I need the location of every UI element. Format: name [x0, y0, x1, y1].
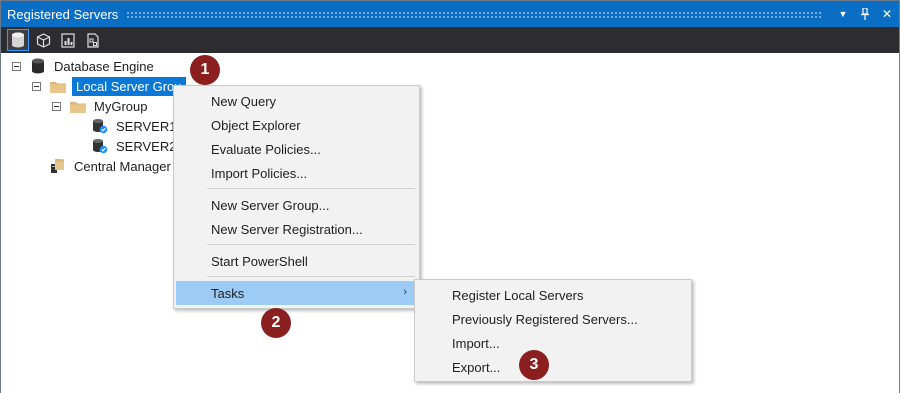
callout-badge-1: 1 — [190, 55, 220, 85]
title-bar-grip[interactable] — [126, 10, 823, 18]
menu-item-object-explorer[interactable]: Object Explorer — [176, 113, 417, 137]
menu-item-import-policies[interactable]: Import Policies... — [176, 161, 417, 185]
menu-item-previously-registered-servers[interactable]: Previously Registered Servers... — [417, 307, 689, 331]
context-menu: New Query Object Explorer Evaluate Polic… — [173, 85, 420, 309]
menu-item-label: Evaluate Policies... — [211, 141, 321, 157]
analysis-services-tool-button[interactable] — [32, 29, 54, 51]
menu-item-label: New Server Group... — [211, 197, 330, 213]
tree-node-label: SERVER1 — [116, 118, 177, 134]
integration-services-icon — [87, 32, 99, 48]
window-title: Registered Servers — [7, 6, 119, 22]
menu-item-label: Object Explorer — [211, 117, 301, 133]
registered-servers-window: Registered Servers ▼ ✕ Database Engine L… — [0, 0, 900, 393]
reporting-services-tool-button[interactable] — [57, 29, 79, 51]
menu-item-label: Import Policies... — [211, 165, 308, 181]
collapse-toggle[interactable] — [12, 61, 21, 71]
analysis-services-cube-icon — [36, 32, 50, 48]
menu-item-label: Import... — [452, 335, 500, 351]
menu-item-evaluate-policies[interactable]: Evaluate Policies... — [176, 137, 417, 161]
tree-node-label: Database Engine — [54, 58, 154, 74]
menu-item-start-powershell[interactable]: Start PowerShell — [176, 249, 417, 273]
menu-separator — [207, 188, 415, 189]
server-type-toolbar — [1, 27, 899, 53]
tree-node-server1[interactable]: SERVER1 — [91, 116, 178, 136]
menu-item-register-local-servers[interactable]: Register Local Servers — [417, 283, 689, 307]
tree-node-label: Central Manager — [74, 158, 171, 174]
callout-badge-3: 3 — [519, 350, 549, 380]
folder-icon — [49, 78, 67, 94]
tasks-submenu: Register Local Servers Previously Regist… — [414, 279, 692, 382]
menu-item-label: New Server Registration... — [211, 221, 363, 237]
pin-icon[interactable] — [855, 3, 875, 25]
callout-badge-2: 2 — [261, 308, 291, 338]
tree-node-label: SERVER2 — [116, 138, 177, 154]
title-bar: Registered Servers ▼ ✕ — [1, 1, 899, 27]
menu-separator — [207, 244, 415, 245]
tree-node-server2[interactable]: SERVER2 — [91, 136, 178, 156]
tree-node-mygroup[interactable]: MyGroup — [52, 96, 149, 116]
submenu-arrow-icon: › — [403, 286, 407, 298]
central-management-icon — [49, 158, 67, 174]
close-icon[interactable]: ✕ — [877, 3, 897, 25]
menu-separator — [207, 276, 415, 277]
collapse-toggle[interactable] — [52, 101, 61, 111]
menu-item-label: Start PowerShell — [211, 253, 308, 269]
menu-item-tasks[interactable]: Tasks › — [176, 281, 417, 305]
folder-icon — [69, 98, 87, 114]
tree-node-label-selected: Local Server Grou — [72, 76, 186, 96]
tree-node-local-server-group[interactable]: Local Server Grou — [32, 76, 186, 96]
menu-item-new-query[interactable]: New Query — [176, 89, 417, 113]
menu-item-label: Register Local Servers — [452, 287, 584, 303]
pin-glyph-icon — [861, 8, 869, 20]
menu-item-export[interactable]: Export... — [417, 355, 689, 379]
tree-node-label: MyGroup — [94, 98, 148, 114]
menu-item-label: New Query — [211, 93, 277, 109]
menu-item-label: Export... — [452, 359, 501, 375]
menu-item-import[interactable]: Import... — [417, 331, 689, 355]
menu-item-label: Previously Registered Servers... — [452, 311, 638, 327]
window-position-dropdown-icon[interactable]: ▼ — [833, 3, 853, 25]
database-engine-icon — [12, 32, 24, 48]
database-engine-tool-button[interactable] — [7, 29, 29, 51]
menu-item-new-server-group[interactable]: New Server Group... — [176, 193, 417, 217]
database-icon — [29, 58, 47, 74]
menu-item-label: Tasks — [211, 285, 245, 301]
tree-node-central-management[interactable]: Central Manager — [49, 156, 173, 176]
tree-node-database-engine[interactable]: Database Engine — [12, 56, 156, 76]
collapse-toggle[interactable] — [32, 81, 41, 91]
server-icon — [91, 138, 109, 154]
reporting-services-icon — [61, 32, 75, 48]
close-glyph: ✕ — [881, 7, 893, 21]
dropdown-glyph: ▼ — [838, 9, 848, 19]
server-icon — [91, 118, 109, 134]
menu-item-new-server-registration[interactable]: New Server Registration... — [176, 217, 417, 241]
integration-services-tool-button[interactable] — [82, 29, 104, 51]
